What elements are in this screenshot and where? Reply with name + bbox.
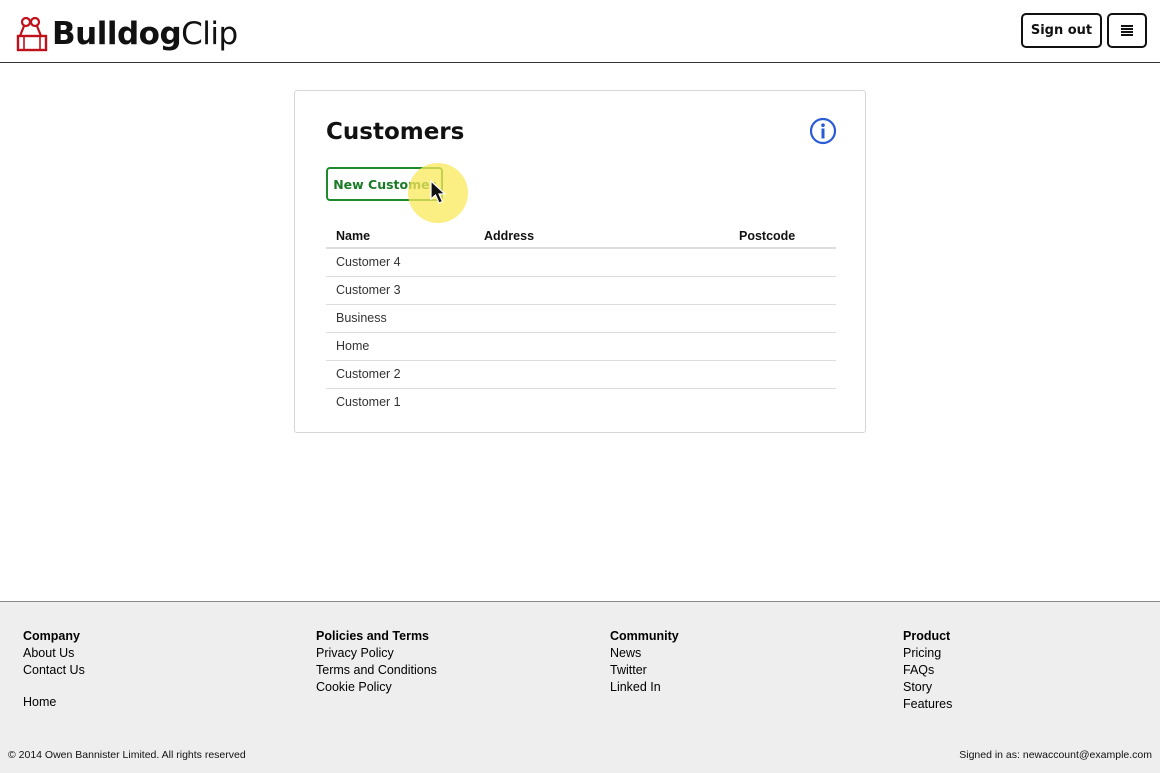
bulldog-clip-icon bbox=[16, 16, 48, 52]
logo-text-light: Clip bbox=[181, 16, 238, 52]
customers-table: Name Address Postcode Customer 4 Custome… bbox=[326, 221, 836, 416]
customer-postcode-cell bbox=[729, 360, 836, 389]
footer-link-features[interactable]: Features bbox=[903, 696, 952, 713]
customer-name-cell[interactable]: Customer 4 bbox=[326, 248, 474, 277]
table-row[interactable]: Customer 3 bbox=[326, 276, 836, 305]
footer-link-privacy-policy[interactable]: Privacy Policy bbox=[316, 645, 437, 662]
table-header-row: Name Address Postcode bbox=[326, 221, 836, 249]
customer-address-cell bbox=[474, 332, 729, 361]
customer-name-cell[interactable]: Customer 2 bbox=[326, 360, 474, 389]
footer-column-company: Company About Us Contact Us Home bbox=[23, 628, 85, 711]
sign-out-button[interactable]: Sign out bbox=[1021, 13, 1102, 48]
footer-column-community: Community News Twitter Linked In bbox=[610, 628, 679, 696]
customer-address-cell bbox=[474, 304, 729, 333]
footer-heading: Product bbox=[903, 629, 951, 643]
footer-heading: Company bbox=[23, 629, 80, 643]
footer-link-news[interactable]: News bbox=[610, 645, 679, 662]
customer-address-cell bbox=[474, 248, 729, 277]
customer-name-cell[interactable]: Business bbox=[326, 304, 474, 333]
table-row[interactable]: Home bbox=[326, 332, 836, 361]
info-icon[interactable] bbox=[809, 117, 837, 145]
customers-card: Customers New Customer Name Address Post… bbox=[294, 90, 866, 433]
footer-link-home[interactable]: Home bbox=[23, 694, 85, 711]
footer-link-linked-in[interactable]: Linked In bbox=[610, 679, 679, 696]
footer-heading: Community bbox=[610, 629, 679, 643]
site-header: Bulldog Clip Sign out bbox=[0, 0, 1160, 63]
customer-name-cell[interactable]: Customer 3 bbox=[326, 276, 474, 305]
column-header-name[interactable]: Name bbox=[326, 221, 474, 249]
copyright-text: © 2014 Owen Bannister Limited. All right… bbox=[8, 749, 246, 761]
customer-postcode-cell bbox=[729, 332, 836, 361]
footer-column-product: Product Pricing FAQs Story Features bbox=[903, 628, 952, 713]
footer-column-policies: Policies and Terms Privacy Policy Terms … bbox=[316, 628, 437, 696]
logo[interactable]: Bulldog Clip bbox=[16, 12, 238, 56]
logo-text-bold: Bulldog bbox=[52, 16, 182, 52]
customer-postcode-cell bbox=[729, 388, 836, 416]
footer-link-about-us[interactable]: About Us bbox=[23, 645, 85, 662]
customer-postcode-cell bbox=[729, 304, 836, 333]
footer-link-cookie-policy[interactable]: Cookie Policy bbox=[316, 679, 437, 696]
customer-name-cell[interactable]: Home bbox=[326, 332, 474, 361]
customer-postcode-cell bbox=[729, 276, 836, 305]
customer-address-cell bbox=[474, 276, 729, 305]
footer-link-faqs[interactable]: FAQs bbox=[903, 662, 952, 679]
column-header-postcode[interactable]: Postcode bbox=[729, 221, 836, 249]
site-footer: Company About Us Contact Us Home Policie… bbox=[0, 601, 1160, 773]
table-row[interactable]: Customer 2 bbox=[326, 360, 836, 389]
column-header-address[interactable]: Address bbox=[474, 221, 729, 249]
table-row[interactable]: Customer 4 bbox=[326, 248, 836, 277]
table-row[interactable]: Customer 1 bbox=[326, 388, 836, 416]
page-title: Customers bbox=[326, 119, 465, 145]
mouse-cursor-icon bbox=[430, 180, 447, 204]
customer-postcode-cell bbox=[729, 248, 836, 277]
table-row[interactable]: Business bbox=[326, 304, 836, 333]
menu-button[interactable] bbox=[1107, 13, 1147, 48]
footer-link-twitter[interactable]: Twitter bbox=[610, 662, 679, 679]
hamburger-icon bbox=[1121, 25, 1133, 36]
customer-name-cell[interactable]: Customer 1 bbox=[326, 388, 474, 416]
customer-address-cell bbox=[474, 388, 729, 416]
signed-in-status: Signed in as: newaccount@example.com bbox=[959, 749, 1152, 761]
footer-link-contact-us[interactable]: Contact Us bbox=[23, 662, 85, 679]
customer-address-cell bbox=[474, 360, 729, 389]
footer-link-terms[interactable]: Terms and Conditions bbox=[316, 662, 437, 679]
footer-heading: Policies and Terms bbox=[316, 629, 430, 643]
footer-link-story[interactable]: Story bbox=[903, 679, 952, 696]
footer-link-pricing[interactable]: Pricing bbox=[903, 645, 952, 662]
